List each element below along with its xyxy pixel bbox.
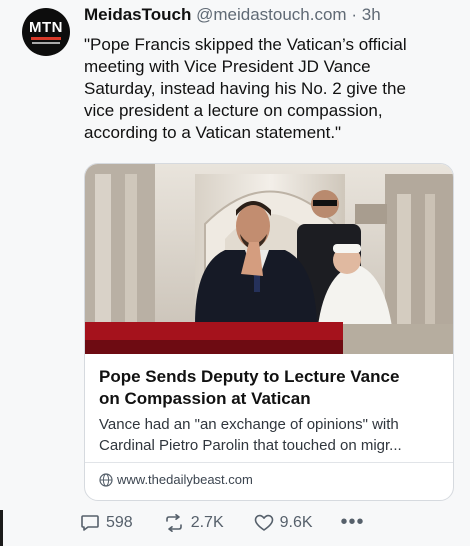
like-count: 9.6K (279, 513, 313, 531)
link-card-title-line: Pope Sends Deputy to Lecture Vance (99, 367, 400, 386)
link-card-domain[interactable]: www.thedailybeast.com (99, 472, 253, 487)
link-card-title[interactable]: Pope Sends Deputy to Lecture Vance on Co… (99, 366, 444, 410)
heart-icon (254, 514, 273, 531)
avatar-logo-bar (31, 37, 61, 40)
link-card[interactable]: Pope Sends Deputy to Lecture Vance on Co… (84, 163, 454, 501)
post-text-line: meeting with Vice President JD Vance (84, 57, 371, 76)
repost-count: 2.7K (190, 513, 224, 531)
author-name[interactable]: MeidasTouch (84, 5, 191, 24)
header-separator: · (351, 5, 358, 24)
post-header: MeidasTouch @meidastouch.com · 3h (84, 5, 381, 25)
avatar[interactable]: MTN (22, 8, 70, 56)
post-text-line: vice president a lecture on compassion, (84, 101, 383, 120)
reply-count: 598 (106, 513, 133, 531)
avatar-logo-subtext (32, 42, 60, 44)
post-actions: 598 2.7K 9.6K ••• (80, 511, 365, 534)
link-card-domain-text: www.thedailybeast.com (117, 472, 253, 487)
author-handle[interactable]: @meidastouch.com (196, 5, 347, 24)
link-card-title-line: on Compassion at Vatican (99, 389, 311, 408)
repost-icon (165, 513, 182, 532)
link-card-image[interactable] (85, 164, 453, 354)
post-time[interactable]: 3h (362, 5, 381, 24)
post-text-line: "Pope Francis skipped the Vatican’s offi… (84, 35, 407, 54)
post-text: "Pope Francis skipped the Vatican’s offi… (84, 34, 459, 144)
link-card-description-line: Vance had an "an exchange of opinions" w… (99, 416, 399, 433)
post: MTN MeidasTouch @meidastouch.com · 3h "P… (0, 0, 470, 546)
avatar-logo-text: MTN (29, 19, 63, 36)
link-card-divider (85, 462, 453, 463)
post-text-line: according to a Vatican statement." (84, 123, 342, 142)
window-edge (0, 510, 3, 546)
reply-icon (81, 514, 99, 531)
reply-button[interactable]: 598 (80, 514, 133, 532)
like-button[interactable]: 9.6K (254, 514, 313, 532)
globe-icon (99, 472, 113, 487)
link-card-description-line: Cardinal Pietro Parolin that touched on … (99, 437, 402, 454)
post-text-line: Saturday, instead having his No. 2 give … (84, 79, 406, 98)
link-card-description: Vance had an "an exchange of opinions" w… (99, 414, 444, 456)
repost-button[interactable]: 2.7K (163, 513, 224, 532)
more-options-button[interactable]: ••• (341, 511, 365, 534)
